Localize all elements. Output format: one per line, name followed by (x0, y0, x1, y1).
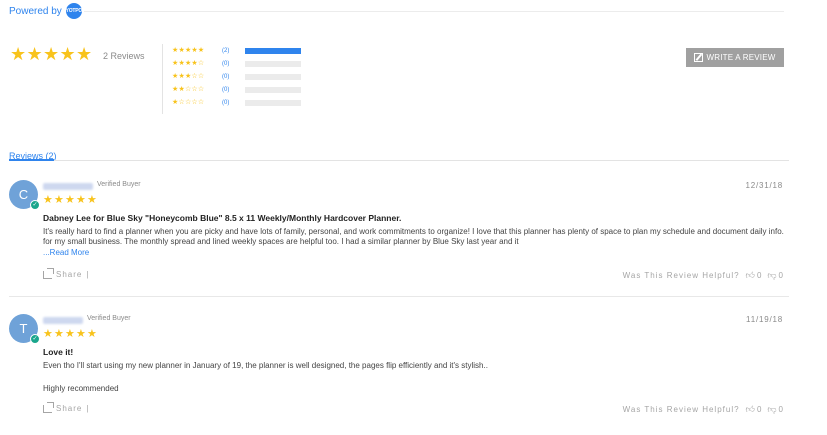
review-date: 12/31/18 (745, 181, 783, 190)
pencil-icon (694, 53, 704, 62)
distribution-stars: ★☆☆☆☆ (172, 99, 205, 106)
powered-by-label: Powered by (9, 5, 62, 17)
read-more-link[interactable]: ...Read More (43, 248, 89, 257)
distribution-row-5[interactable]: ★★★★★ (2) (172, 44, 301, 57)
thumbs-up-icon[interactable]: 👍︎ (746, 270, 755, 281)
share-label: Share (56, 404, 83, 413)
distribution-row-2[interactable]: ★★☆☆☆ (0) (172, 83, 301, 96)
thumbs-down-icon[interactable]: 👎︎ (767, 270, 776, 281)
distribution-row-1[interactable]: ★☆☆☆☆ (0) (172, 96, 301, 109)
down-vote-count: 0 (778, 405, 783, 414)
distribution-row-3[interactable]: ★★★☆☆ (0) (172, 70, 301, 83)
review-body: It's really hard to find a planner when … (43, 227, 784, 246)
distribution-stars: ★★★☆☆ (172, 73, 205, 80)
thumbs-down-icon[interactable]: 👎︎ (767, 404, 776, 415)
star-icon: ★ (54, 328, 64, 340)
review-item: T ✓ Verified Buyer 11/19/18 ★ ★ ★ ★ ★ Lo… (9, 314, 789, 414)
review-rating-stars: ★ ★ ★ ★ ★ (43, 329, 98, 340)
review-body: Even tho I'll start using my new planner… (43, 361, 488, 370)
distribution-count: (0) (222, 60, 230, 67)
star-icon: ★ (26, 44, 43, 64)
star-icon: ★ (76, 328, 86, 340)
powered-by: Powered by YOTPO (9, 3, 82, 19)
reviewer-name (43, 183, 93, 190)
verified-buyer-label: Verified Buyer (97, 181, 141, 188)
reviews-tab[interactable]: Reviews (2) (9, 146, 57, 164)
review-title: Dabney Lee for Blue Sky "Honeycomb Blue"… (43, 213, 402, 223)
star-icon: ★ (43, 44, 60, 64)
up-vote-count: 0 (756, 271, 762, 280)
rating-distribution: ★★★★★ (2) ★★★★☆ (0) ★★★☆☆ (0) ★★☆☆☆ (0) … (172, 44, 301, 109)
distribution-bar (245, 86, 301, 93)
verified-check-icon: ✓ (30, 334, 40, 344)
star-icon: ★ (10, 44, 27, 64)
distribution-bar (245, 99, 301, 106)
distribution-count: (2) (222, 47, 230, 54)
star-icon: ★ (87, 194, 97, 206)
review-body-closing: Highly recommended (43, 384, 119, 393)
star-icon: ★ (76, 194, 86, 206)
helpful-label: Was This Review Helpful? (622, 405, 740, 414)
distribution-bar (245, 47, 301, 54)
star-icon: ★ (87, 328, 97, 340)
tab-active-underline (9, 159, 54, 161)
helpful-label: Was This Review Helpful? (622, 271, 740, 280)
star-icon: ★ (65, 194, 75, 206)
distribution-row-4[interactable]: ★★★★☆ (0) (172, 57, 301, 70)
write-review-button[interactable]: WRITE A REVIEW (686, 48, 784, 67)
distribution-count: (0) (222, 99, 230, 106)
distribution-count: (0) (222, 73, 230, 80)
review-helpful: Was This Review Helpful? 👍︎ 0 👎︎ 0 (623, 404, 783, 415)
distribution-bar (245, 60, 301, 67)
share-button[interactable]: Share | (43, 267, 90, 279)
review-divider (9, 296, 789, 297)
verified-buyer-label: Verified Buyer (87, 315, 131, 322)
star-icon: ★ (76, 44, 93, 64)
reviewer-name (43, 317, 83, 324)
distribution-bar (245, 73, 301, 80)
share-icon (43, 401, 54, 413)
review-item: C ✓ Verified Buyer 12/31/18 ★ ★ ★ ★ ★ Da… (9, 180, 789, 280)
star-icon: ★ (59, 44, 76, 64)
star-icon: ★ (54, 194, 64, 206)
review-rating-stars: ★ ★ ★ ★ ★ (43, 195, 98, 206)
share-separator: | (86, 404, 90, 413)
write-review-label: WRITE A REVIEW (706, 53, 776, 62)
total-reviews-count: 2 Reviews (103, 51, 145, 61)
share-label: Share (56, 270, 83, 279)
thumbs-up-icon[interactable]: 👍︎ (746, 404, 755, 415)
distribution-bar-fill (245, 47, 301, 54)
review-helpful: Was This Review Helpful? 👍︎ 0 👎︎ 0 (623, 270, 783, 281)
review-date: 11/19/18 (746, 315, 783, 324)
yotpo-logo-icon[interactable]: YOTPO (66, 3, 82, 19)
up-vote-count: 0 (756, 405, 762, 414)
summary-divider (162, 44, 163, 114)
header-divider (84, 11, 784, 12)
share-separator: | (86, 270, 90, 279)
share-icon (43, 267, 54, 279)
verified-check-icon: ✓ (30, 200, 40, 210)
star-icon: ★ (65, 328, 75, 340)
distribution-count: (0) (222, 86, 230, 93)
review-title: Love it! (43, 347, 74, 357)
distribution-stars: ★★★★☆ (172, 60, 205, 67)
star-icon: ★ (43, 328, 53, 340)
average-rating-stars: ★ ★ ★ ★ ★ (10, 45, 93, 63)
star-icon: ★ (43, 194, 53, 206)
distribution-stars: ★★☆☆☆ (172, 86, 205, 93)
tabs-divider (9, 160, 789, 161)
down-vote-count: 0 (778, 271, 783, 280)
distribution-stars: ★★★★★ (172, 47, 205, 54)
share-button[interactable]: Share | (43, 401, 90, 413)
